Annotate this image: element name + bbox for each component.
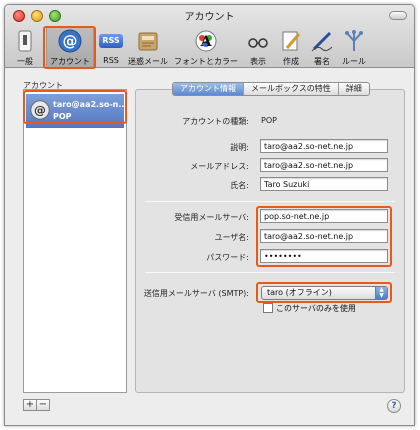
divider: [145, 201, 395, 202]
toolbar-general[interactable]: 一般: [9, 27, 41, 67]
email-field[interactable]: [260, 158, 388, 172]
toolbar-rules[interactable]: ルール: [338, 27, 370, 67]
toolbar-junk[interactable]: 迷惑メール: [126, 27, 170, 67]
toolbar-rss-label: RSS: [103, 56, 119, 65]
password-label: パスワード:: [206, 253, 249, 262]
divider: [145, 272, 395, 273]
account-type-value: POP: [261, 116, 277, 125]
remove-account-button[interactable]: −: [36, 399, 50, 411]
accounts-list: @ taro@aa2.so-n... POP: [23, 89, 127, 393]
compose-pencil-icon: [282, 31, 301, 51]
toolbar-rss[interactable]: RSS RSS: [97, 27, 125, 67]
toolbar-accounts[interactable]: @ アカウント: [46, 27, 94, 67]
help-button[interactable]: ?: [387, 399, 401, 413]
toolbar-fonts-label: フォントとカラー: [174, 57, 238, 66]
junk-mail-icon: [138, 32, 158, 51]
incoming-server-field[interactable]: [260, 209, 388, 223]
tab-bar: アカウント情報 メールボックスの特性 詳細: [172, 82, 370, 96]
account-name: taro@aa2.so-n...: [53, 100, 128, 109]
toolbar-viewing[interactable]: 表示: [243, 27, 273, 67]
svg-text:@: @: [34, 103, 46, 117]
at-sign-icon: @: [30, 100, 50, 120]
email-label: メールアドレス:: [190, 162, 249, 171]
popup-arrows-icon: ▲ ▼: [375, 287, 387, 299]
password-field[interactable]: [260, 249, 388, 263]
incoming-server-label: 受信用メールサーバ:: [174, 213, 249, 222]
toolbar-composing[interactable]: 作成: [276, 27, 306, 67]
fullname-field[interactable]: [260, 177, 388, 191]
rules-icon: [345, 30, 363, 51]
account-type: POP: [53, 112, 72, 121]
tab-account-info[interactable]: アカウント情報: [173, 83, 244, 95]
toolbar-fonts[interactable]: A フォントとカラー: [173, 27, 239, 67]
username-label: ユーザ名:: [214, 233, 249, 242]
toolbar-junk-label: 迷惑メール: [128, 57, 168, 66]
fonts-colors-icon: A: [195, 30, 217, 52]
svg-text:A: A: [200, 34, 213, 50]
switch-icon: [18, 30, 32, 52]
svg-text:@: @: [63, 32, 78, 50]
toolbar-toggle-button[interactable]: [389, 11, 407, 20]
tab-advanced[interactable]: 詳細: [339, 83, 369, 95]
description-field[interactable]: [260, 139, 388, 153]
toolbar-rules-label: ルール: [342, 57, 366, 66]
fullname-label: 氏名:: [230, 181, 249, 190]
add-account-button[interactable]: +: [23, 399, 37, 411]
smtp-server-popup[interactable]: taro (オフライン) ▲ ▼: [261, 286, 388, 300]
toolbar-signatures-label: 署名: [314, 57, 330, 66]
smtp-server-value: taro (オフライン): [267, 288, 332, 297]
preferences-window: アカウント 一般 @ アカウント RSS RSS 迷惑メール A フォントとカラ…: [4, 4, 415, 426]
description-label: 説明:: [230, 143, 249, 152]
smtp-label: 送信用メールサーバ (SMTP):: [143, 289, 249, 298]
use-only-this-server-label: このサーバのみを使用: [276, 304, 356, 313]
toolbar-general-label: 一般: [17, 57, 33, 66]
toolbar: アカウント 一般 @ アカウント RSS RSS 迷惑メール A フォントとカラ…: [5, 5, 414, 68]
eyeglasses-icon: [248, 38, 268, 48]
toolbar-signatures[interactable]: 署名: [307, 27, 337, 67]
use-only-this-server-checkbox[interactable]: [263, 303, 273, 313]
toolbar-accounts-label: アカウント: [50, 57, 90, 66]
tab-mailbox-behaviors[interactable]: メールボックスの特性: [244, 83, 339, 95]
signature-pen-icon: [311, 31, 333, 52]
toolbar-composing-label: 作成: [283, 57, 299, 66]
window-title: アカウント: [184, 12, 235, 23]
account-type-label: アカウントの種類:: [182, 117, 249, 126]
at-sign-icon: @: [58, 29, 82, 53]
username-field[interactable]: [260, 229, 388, 243]
toolbar-viewing-label: 表示: [250, 57, 266, 66]
account-row[interactable]: @ taro@aa2.so-n... POP: [26, 94, 128, 128]
rss-icon: RSS: [99, 34, 123, 48]
